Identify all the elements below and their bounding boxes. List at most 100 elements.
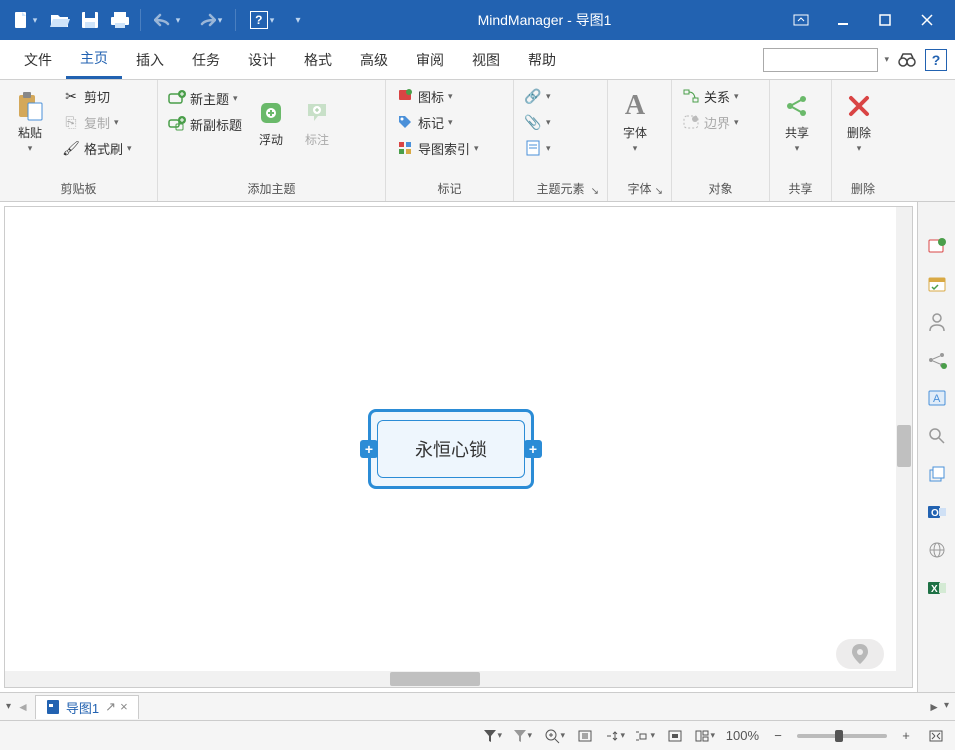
tab-popout-icon[interactable]: ↗	[105, 699, 116, 715]
side-files-icon[interactable]	[923, 460, 951, 488]
tab-file[interactable]: 文件	[10, 42, 66, 78]
layout-button[interactable]: ▾	[694, 725, 716, 747]
svg-text:X: X	[931, 584, 938, 595]
collapse-button[interactable]	[574, 725, 596, 747]
window-controls	[777, 8, 951, 32]
new-subtopic-icon	[168, 115, 186, 133]
ribbon: 粘贴▾ ✂剪切 ⎘复制▾ 🖌格式刷▾ 剪贴板 新主题▾ 新副标题	[0, 80, 955, 202]
tabbar-dropdown[interactable]: ▾	[6, 701, 11, 712]
font-launcher[interactable]: ↘	[655, 186, 663, 197]
side-search-icon[interactable]	[923, 422, 951, 450]
search-input[interactable]	[763, 48, 878, 72]
tab-close-icon[interactable]: ×	[120, 699, 128, 715]
side-outlook-icon[interactable]: O	[923, 498, 951, 526]
link-element-button[interactable]: 🔗▾	[520, 84, 555, 108]
zoom-value: 100%	[726, 728, 759, 743]
paste-label: 粘贴	[18, 124, 42, 141]
group-label-clipboard: 剪贴板	[6, 178, 151, 199]
find-button[interactable]	[895, 48, 919, 72]
group-delete: 删除▾ 删除	[832, 80, 894, 201]
maximize-button[interactable]	[873, 8, 897, 32]
group-label-object: 对象	[678, 178, 763, 199]
filter-clear-button[interactable]: ▾	[512, 725, 534, 747]
note-icon	[524, 139, 542, 157]
side-person-icon[interactable]	[923, 308, 951, 336]
format-painter-button[interactable]: 🖌格式刷▾	[58, 136, 136, 160]
share-button[interactable]: 共享▾	[776, 84, 818, 160]
tab-home[interactable]: 主页	[66, 40, 122, 79]
tag-marker-button[interactable]: 标记▾	[392, 110, 483, 134]
font-button[interactable]: A 字体▾	[614, 84, 656, 160]
side-task-icon[interactable]	[923, 232, 951, 260]
ribbon-collapse-button[interactable]	[789, 8, 813, 32]
group-clipboard: 粘贴▾ ✂剪切 ⎘复制▾ 🖌格式刷▾ 剪贴板	[0, 80, 158, 201]
help-button[interactable]: ?	[925, 49, 947, 71]
new-subtopic-button[interactable]: 新副标题	[164, 112, 246, 136]
qat-customize-button[interactable]: ▾	[284, 6, 312, 34]
focus-button[interactable]: ▾	[634, 725, 656, 747]
relation-button[interactable]: 关系▾	[678, 84, 743, 108]
zoom-plus-button[interactable]: +	[895, 725, 917, 747]
tabbar-next[interactable]: ►	[928, 700, 940, 714]
tab-help[interactable]: 帮助	[514, 42, 570, 78]
tab-format[interactable]: 格式	[290, 42, 346, 78]
tab-task[interactable]: 任务	[178, 42, 234, 78]
tab-insert[interactable]: 插入	[122, 42, 178, 78]
document-tab[interactable]: 导图1 ↗ ×	[35, 695, 139, 719]
group-font: A 字体▾ 字体 ↘	[608, 80, 672, 201]
canvas[interactable]: + 永恒心锁 +	[5, 207, 912, 687]
new-topic-button[interactable]: 新主题▾	[164, 86, 246, 110]
paste-button[interactable]: 粘贴▾	[6, 84, 54, 160]
fit-button[interactable]	[664, 725, 686, 747]
float-button[interactable]: 浮动	[250, 84, 292, 160]
topic-handle-left[interactable]: +	[360, 440, 378, 458]
topic-text[interactable]: 永恒心锁	[377, 420, 525, 478]
delete-button[interactable]: 删除▾	[838, 84, 880, 160]
topic-handle-right[interactable]: +	[524, 440, 542, 458]
tab-design[interactable]: 设计	[234, 42, 290, 78]
copy-button[interactable]: ⎘复制▾	[58, 110, 136, 134]
tab-advanced[interactable]: 高级	[346, 42, 402, 78]
help-dropdown-button[interactable]: ?▾	[242, 6, 282, 34]
font-label: 字体	[623, 124, 647, 141]
print-button[interactable]	[106, 6, 134, 34]
tabbar-prev[interactable]: ◄	[17, 700, 29, 714]
zoom-slider[interactable]	[797, 734, 887, 738]
note-element-button[interactable]: ▾	[520, 136, 555, 160]
tab-view[interactable]: 视图	[458, 42, 514, 78]
filter-button[interactable]: ▾	[482, 725, 504, 747]
horizontal-scrollbar[interactable]	[5, 671, 896, 687]
attachment-element-button[interactable]: 📎▾	[520, 110, 555, 134]
fit-map-button[interactable]	[925, 725, 947, 747]
side-calendar-icon[interactable]	[923, 270, 951, 298]
location-pin-button[interactable]	[836, 639, 884, 669]
brush-icon: 🖌	[62, 139, 80, 157]
icon-marker-button[interactable]: 图标▾	[392, 84, 483, 108]
side-share-icon[interactable]	[923, 346, 951, 374]
zoom-minus-button[interactable]: −	[767, 725, 789, 747]
minimize-button[interactable]	[831, 8, 855, 32]
vertical-scrollbar[interactable]	[896, 207, 912, 687]
close-button[interactable]	[915, 8, 939, 32]
tab-review[interactable]: 审阅	[402, 42, 458, 78]
side-excel-icon[interactable]: X	[923, 574, 951, 602]
quick-access-toolbar: ▾ ▾ ▾ ?▾ ▾	[4, 6, 312, 34]
group-label-delete: 删除	[838, 178, 888, 199]
elements-launcher[interactable]: ↘	[591, 186, 599, 197]
central-topic[interactable]: + 永恒心锁 +	[368, 409, 534, 489]
side-text-icon[interactable]: A	[923, 384, 951, 412]
boundary-button[interactable]: 边界▾	[678, 110, 743, 134]
undo-button[interactable]: ▾	[147, 6, 187, 34]
callout-button[interactable]: 标注	[296, 84, 338, 160]
tabbar-menu[interactable]: ▾	[944, 700, 949, 714]
expand-button[interactable]: ▾	[604, 725, 626, 747]
open-button[interactable]	[46, 6, 74, 34]
index-marker-button[interactable]: 导图索引▾	[392, 136, 483, 160]
save-button[interactable]	[76, 6, 104, 34]
cut-button[interactable]: ✂剪切	[58, 84, 136, 108]
redo-button[interactable]: ▾	[189, 6, 229, 34]
canvas-viewport: + 永恒心锁 +	[4, 206, 913, 688]
new-doc-button[interactable]: ▾	[4, 6, 44, 34]
zoom-in-button[interactable]: ▾	[544, 725, 566, 747]
side-globe-icon[interactable]	[923, 536, 951, 564]
